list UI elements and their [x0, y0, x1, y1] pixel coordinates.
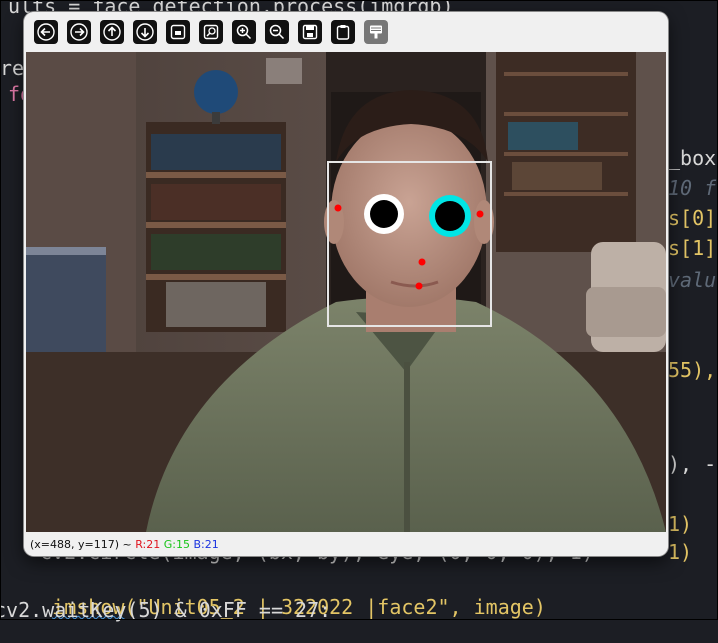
- code-right-value: value: [668, 268, 718, 292]
- zoom-in-button[interactable]: [232, 20, 256, 44]
- zoom-fit-icon: [170, 24, 186, 40]
- pan-right-button[interactable]: [67, 20, 91, 44]
- zoom-in-icon: [236, 24, 252, 40]
- code-right-paren1: 1): [668, 512, 693, 536]
- code-right-s0: s[0]: [668, 206, 717, 230]
- left-eye-pupil: [370, 200, 398, 228]
- properties-button[interactable]: [364, 20, 388, 44]
- zoom-original-icon: [203, 24, 219, 40]
- properties-icon: [370, 25, 382, 39]
- status-green: G:15: [163, 538, 190, 551]
- opencv-image-window[interactable]: (x=488, y=117) ~ R:21 G:15 B:21: [24, 12, 668, 556]
- code-right-paren2: 1): [668, 540, 693, 564]
- arrow-left-icon: [37, 23, 55, 41]
- toolbar: [24, 12, 668, 52]
- clipboard-icon: [336, 25, 350, 40]
- pan-down-button[interactable]: [133, 20, 157, 44]
- zoom-fit-button[interactable]: [166, 20, 190, 44]
- code-right-s1: s[1]: [668, 236, 717, 260]
- save-icon: [302, 24, 318, 40]
- pan-left-button[interactable]: [34, 20, 58, 44]
- zoom-original-button[interactable]: [199, 20, 223, 44]
- keypoint-right-ear: [476, 210, 484, 218]
- status-blue: B:21: [193, 538, 219, 551]
- code-right-comment: 10 f: [668, 176, 717, 200]
- status-red: R:21: [135, 538, 161, 551]
- code-right-box: _box: [668, 146, 717, 170]
- code-line-waitkey: cv2.waitKey(5) & 0xFF == 27:: [0, 598, 332, 622]
- code-right-dash: ), -: [668, 452, 717, 476]
- code-right-255: 55),: [668, 358, 717, 382]
- right-eye-pupil: [435, 201, 465, 231]
- webcam-image: [26, 52, 666, 532]
- keypoint-left-ear: [334, 204, 342, 212]
- arrow-down-icon: [136, 23, 154, 41]
- copy-clipboard-button[interactable]: [331, 20, 355, 44]
- arrow-up-icon: [103, 23, 121, 41]
- zoom-out-button[interactable]: [265, 20, 289, 44]
- keypoint-nose: [418, 258, 426, 266]
- keypoint-mouth: [415, 282, 423, 290]
- status-bar: (x=488, y=117) ~ R:21 G:15 B:21: [24, 534, 668, 556]
- camera-frame[interactable]: [26, 52, 666, 532]
- arrow-right-icon: [70, 23, 88, 41]
- status-coords: (x=488, y=117) ~: [30, 538, 132, 551]
- zoom-out-icon: [269, 24, 285, 40]
- pan-up-button[interactable]: [100, 20, 124, 44]
- save-button[interactable]: [298, 20, 322, 44]
